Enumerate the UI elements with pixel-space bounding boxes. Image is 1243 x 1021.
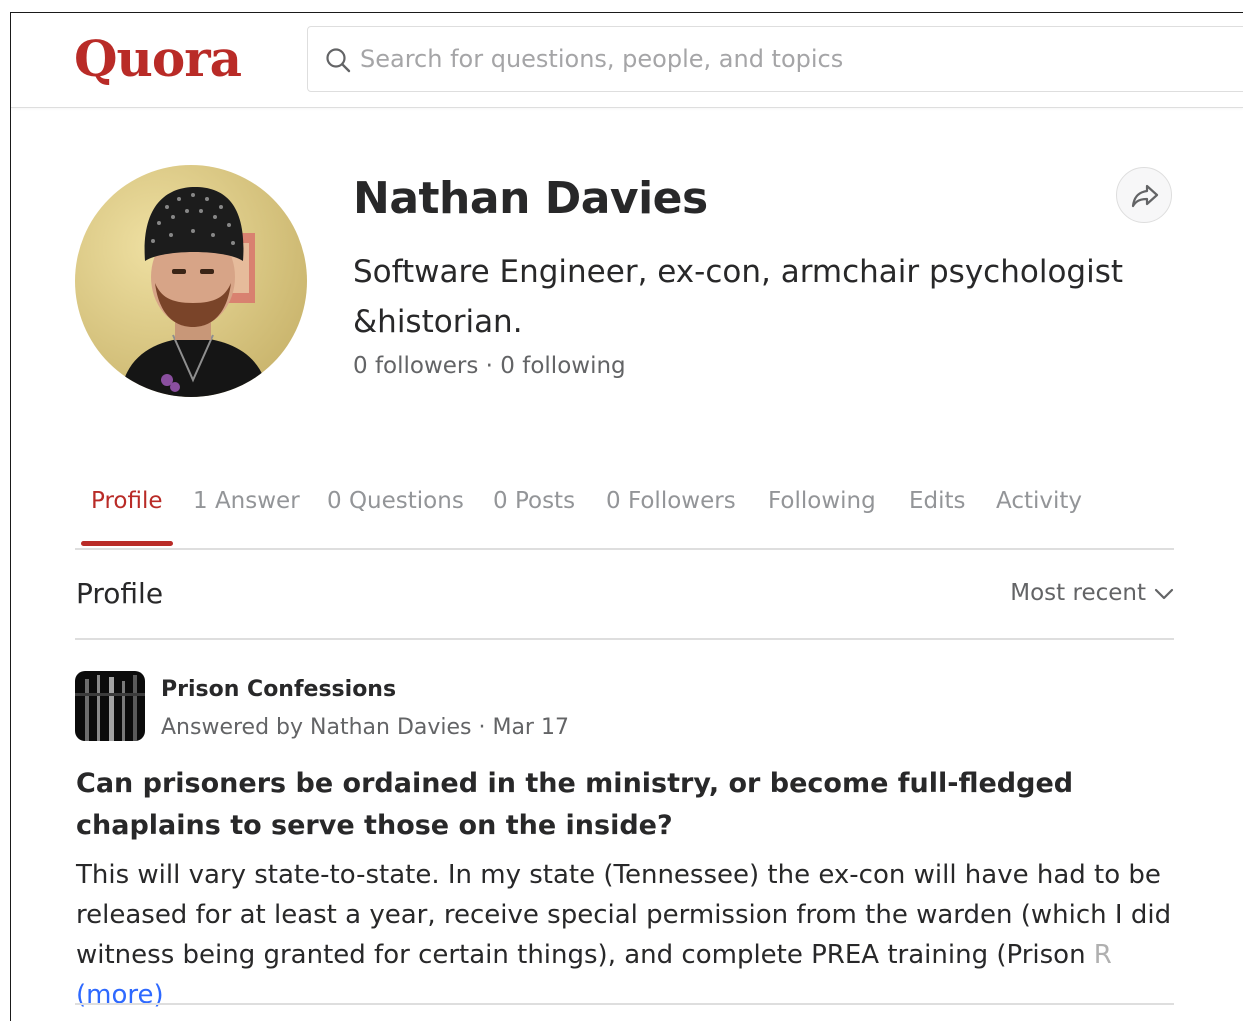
question-title[interactable]: Can prisoners be ordained in the ministr…: [76, 763, 1174, 847]
sort-label: Most recent: [1010, 580, 1146, 606]
tab-edits[interactable]: Edits: [909, 483, 966, 519]
profile-avatar[interactable]: [75, 165, 307, 397]
tab-following[interactable]: Following: [768, 483, 876, 519]
profile-tabs: Profile 1 Answer 0 Questions 0 Posts 0 F…: [75, 483, 1174, 550]
profile-bio: Software Engineer, ex-con, armchair psyc…: [353, 254, 1124, 340]
more-link[interactable]: (more): [76, 980, 164, 1010]
answer-text: This will vary state-to-state. In my sta…: [76, 860, 1172, 970]
quora-logo[interactable]: Quora: [74, 29, 242, 89]
profile-name: Nathan Davies: [353, 173, 708, 224]
chevron-down-icon: [1146, 580, 1174, 606]
follower-stats[interactable]: 0 followers · 0 following: [353, 353, 626, 379]
answer-fade-text: R: [1085, 940, 1112, 970]
answer-meta: Answered by Nathan Davies · Mar 17: [161, 715, 569, 740]
active-tab-indicator: [81, 541, 173, 546]
search-input[interactable]: [360, 39, 1220, 79]
tab-activity[interactable]: Activity: [996, 483, 1082, 519]
space-name[interactable]: Prison Confessions: [161, 677, 396, 702]
top-navigation-bar: Quora: [11, 13, 1243, 108]
search-box[interactable]: [307, 26, 1243, 92]
search-icon: [325, 47, 351, 73]
browser-viewport: Quora Search for questions, people, and …: [10, 12, 1243, 1021]
tab-posts[interactable]: 0 Posts: [493, 483, 575, 519]
tab-questions[interactable]: 0 Questions: [327, 483, 464, 519]
divider: [75, 1003, 1174, 1005]
space-avatar[interactable]: [75, 671, 145, 741]
tab-profile[interactable]: Profile: [91, 483, 163, 519]
section-title: Profile: [76, 577, 164, 610]
tab-answers[interactable]: 1 Answer: [193, 483, 300, 519]
tab-followers[interactable]: 0 Followers: [606, 483, 736, 519]
share-button[interactable]: [1116, 167, 1172, 223]
sort-dropdown[interactable]: Most recent: [1010, 580, 1174, 606]
answer-preview[interactable]: This will vary state-to-state. In my sta…: [76, 855, 1174, 1015]
section-header: Profile Most recent: [75, 573, 1174, 640]
